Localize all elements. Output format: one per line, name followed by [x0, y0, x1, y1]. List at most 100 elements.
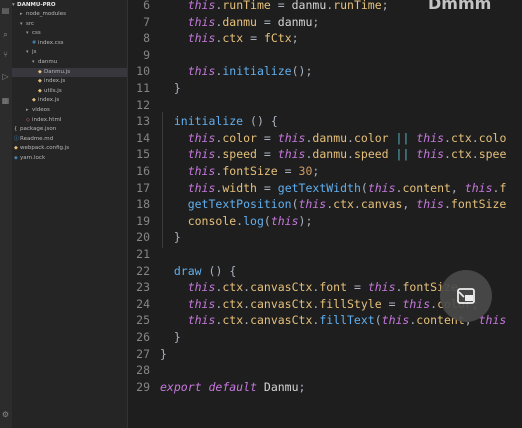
code-line[interactable]: 17 this.width = getTextWidth(this.conten…	[128, 180, 522, 197]
explorer-item-label: Readme.md	[20, 135, 54, 142]
line-number: 25	[136, 313, 150, 328]
code-text: this.danmu = danmu;	[187, 14, 320, 29]
explorer-item[interactable]: ◆ webpack.config.js	[12, 144, 127, 153]
search-icon[interactable]: ⌕	[1, 30, 10, 39]
code-text: draw () {	[173, 263, 237, 278]
explorer-item[interactable]: ◆ Danmu.js	[12, 67, 127, 77]
code-line[interactable]: 11 }	[128, 80, 522, 97]
explorer-item[interactable]: ▾ css	[12, 29, 127, 38]
explorer-item[interactable]: ▸ videos	[12, 106, 127, 115]
code-line[interactable]: 15 this.speed = this.danmu.speed || this…	[128, 146, 522, 163]
explorer-project-header[interactable]: ▾ DANMU-PRO	[12, 1, 127, 10]
code-line[interactable]: 10 this.initialize();	[128, 63, 522, 80]
explorer-item[interactable]: ◈ yarn.lock	[12, 154, 127, 163]
code-line[interactable]: 19 console.log(this);	[128, 213, 522, 230]
explorer-item-label: package.json	[20, 126, 57, 133]
explorer-item-label: js	[32, 49, 37, 56]
explorer-item[interactable]: ◇ index.html	[12, 116, 127, 125]
code-line[interactable]: 14 this.color = this.danmu.color || this…	[128, 130, 522, 147]
explorer-item-label: danmu	[38, 59, 58, 65]
line-number: 29	[136, 379, 150, 394]
code-line[interactable]: 16 this.fontSize = 30;	[128, 163, 522, 180]
activity-bar: ▤ ⌕ ⑂ ▷ ▦ ⚙	[0, 0, 12, 428]
line-number: 7	[143, 14, 150, 29]
line-number: 20	[136, 230, 150, 245]
code-text: export default Danmu;	[160, 379, 306, 394]
code-line[interactable]: 13 initialize () {	[128, 113, 522, 130]
explorer-item[interactable]: {package.json	[12, 125, 127, 134]
line-number: 15	[136, 147, 150, 162]
code-line[interactable]: 7 this.danmu = danmu;	[128, 14, 522, 31]
explorer-item-label: yarn.lock	[20, 155, 46, 161]
explorer-sidebar: ▾ DANMU-PRO ▸ node_modules ▾ src ▾ css # index.c…	[12, 0, 127, 428]
picture-in-picture-button[interactable]	[440, 270, 492, 322]
explorer-item[interactable]: ▾ js	[12, 48, 127, 57]
explorer-item-label: webpack.config.js	[20, 145, 70, 152]
code-text: this.initialize();	[187, 64, 313, 79]
line-number: 10	[136, 64, 150, 79]
explorer-item-label: index.css	[38, 39, 64, 46]
code-text: console.log(this);	[187, 213, 313, 228]
explorer-item[interactable]: ◆ utils.js	[12, 87, 127, 96]
code-text: this.fontSize = 30;	[187, 164, 320, 178]
code-text: this.width = getTextWidth(this.content, …	[187, 180, 507, 195]
code-line[interactable]: 9	[128, 47, 522, 64]
code-text: this.color = this.danmu.color || this.ct…	[187, 130, 507, 145]
code-text: }	[173, 330, 181, 344]
line-number: 16	[136, 164, 150, 178]
code-text: }	[160, 346, 167, 361]
line-number: 18	[136, 197, 150, 212]
source-control-icon[interactable]: ⑂	[1, 50, 10, 59]
line-number: 24	[136, 296, 150, 311]
code-text: }	[173, 81, 181, 95]
code-line[interactable]: 27}	[128, 346, 522, 363]
watermark: Dmmm	[428, 0, 492, 13]
line-number: 23	[136, 280, 150, 295]
explorer-item-label: css	[32, 30, 41, 37]
code-line[interactable]: 21	[128, 246, 522, 263]
line-number: 12	[136, 97, 150, 112]
code-line[interactable]: 26 }	[128, 329, 522, 346]
explorer-item-label: index.html	[32, 116, 62, 123]
code-line[interactable]: 12	[128, 97, 522, 114]
code-line[interactable]: 18 getTextPosition(this.ctx.canvas, this…	[128, 196, 522, 213]
explorer-icon[interactable]: ▤	[1, 6, 10, 15]
explorer-item-label: index.js	[44, 78, 66, 85]
line-number: 27	[136, 346, 150, 361]
explorer-item-label: src	[26, 20, 35, 27]
line-number: 11	[136, 81, 150, 95]
debug-icon[interactable]: ▷	[1, 72, 10, 81]
code-text: getTextPosition(this.ctx.canvas, this.fo…	[187, 197, 507, 212]
line-number: 21	[136, 247, 150, 261]
code-text: initialize () {	[173, 114, 278, 129]
code-editor[interactable]: 6 this.runTime = danmu.runTime; 7 this.da…	[128, 0, 522, 428]
line-number: 28	[136, 363, 150, 378]
code-line[interactable]: 29 export default Danmu;	[128, 379, 522, 396]
explorer-item[interactable]: ▾ danmu	[12, 58, 127, 67]
line-number: 14	[136, 130, 150, 145]
code-text: this.ctx = fCtx;	[187, 31, 299, 46]
explorer-item[interactable]: # index.css	[12, 39, 127, 48]
line-number: 6	[143, 0, 150, 12]
explorer-item[interactable]: ◆ index.js	[12, 77, 127, 86]
explorer-item[interactable]: ⓘReadme.md	[12, 135, 127, 144]
explorer-item[interactable]: ▸ node_modules	[12, 10, 127, 19]
code-text: this.runTime = danmu.runTime;	[187, 0, 389, 12]
explorer-item[interactable]: ▾ src	[12, 20, 127, 29]
code-text: }	[173, 230, 181, 245]
settings-icon[interactable]: ⚙	[1, 410, 10, 419]
code-line[interactable]: 28	[128, 362, 522, 379]
extensions-icon[interactable]: ▦	[1, 96, 10, 105]
line-number: 19	[136, 213, 150, 228]
explorer-item[interactable]: ◆ index.js	[12, 96, 127, 105]
code-line[interactable]: 8 this.ctx = fCtx;	[128, 30, 522, 47]
project-name: DANMU-PRO	[17, 2, 56, 8]
line-number: 22	[136, 263, 150, 278]
explorer-item-label: node_modules	[26, 11, 66, 17]
explorer-item-label: utils.js	[44, 87, 62, 94]
code-text: this.speed = this.danmu.speed || this.ct…	[187, 147, 507, 162]
line-number: 13	[136, 114, 150, 129]
line-number: 17	[136, 180, 150, 195]
explorer-item-label: videos	[32, 107, 50, 113]
code-line[interactable]: 20 }	[128, 229, 522, 246]
